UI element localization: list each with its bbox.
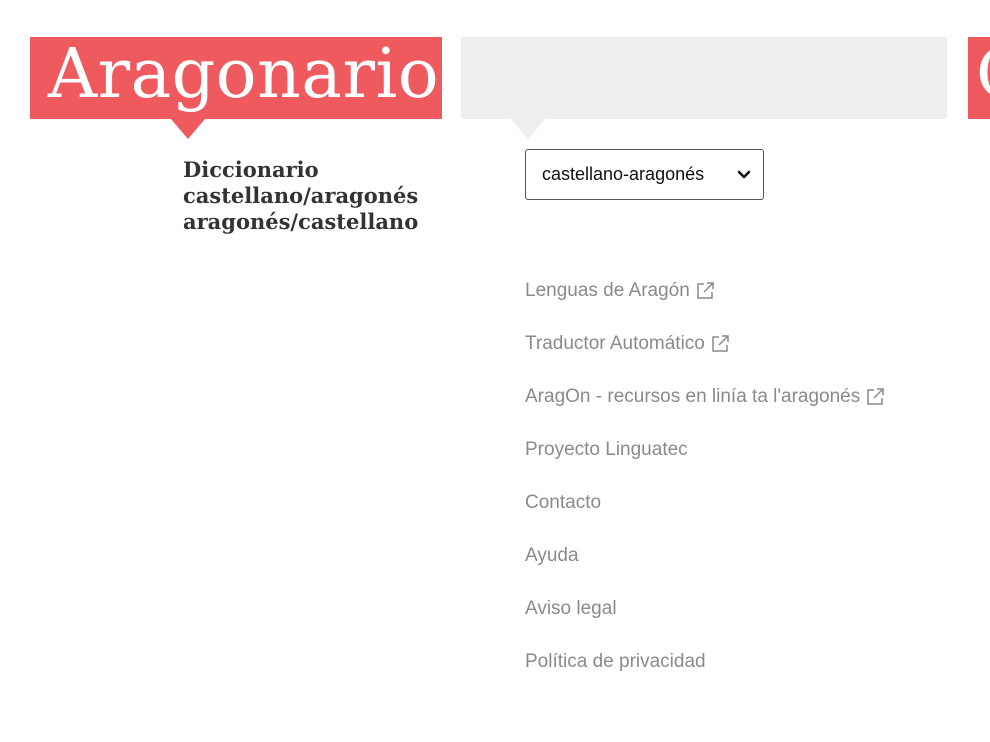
link-label: Contacto <box>525 492 602 513</box>
link-label: Ayuda <box>525 545 579 566</box>
link-lenguas-de-aragon[interactable]: Lenguas de Aragón <box>525 275 715 307</box>
site-subtitle: Diccionario castellano/aragonés aragonés… <box>183 157 418 235</box>
link-label: Lenguas de Aragón <box>525 280 690 301</box>
link-contacto[interactable]: Contacto <box>525 487 601 519</box>
link-item: Política de privacidad <box>525 646 885 699</box>
link-label: AragOn - recursos en linía ta l'aragonés <box>525 386 861 407</box>
external-link-icon <box>697 282 714 299</box>
link-ayuda[interactable]: Ayuda <box>525 540 579 572</box>
link-politica-de-privacidad[interactable]: Política de privacidad <box>525 646 706 678</box>
page: Aragonario C Diccionario castellano/arag… <box>0 0 990 742</box>
link-item: Ayuda <box>525 540 885 593</box>
right-banner: C <box>968 37 990 119</box>
link-label: Política de privacidad <box>525 651 706 672</box>
search-banner-pointer <box>511 119 545 139</box>
link-label: Aviso legal <box>525 598 617 619</box>
logo-banner-pointer <box>171 119 205 139</box>
footer-links: Lenguas de Aragón Traductor Automático A… <box>525 275 885 699</box>
link-item: Proyecto Linguatec <box>525 434 885 487</box>
link-item: Contacto <box>525 487 885 540</box>
link-item: Traductor Automático <box>525 328 885 381</box>
chevron-down-icon <box>737 170 751 178</box>
link-label: Proyecto Linguatec <box>525 439 688 460</box>
language-direction-select[interactable]: castellano-aragonés <box>525 149 764 200</box>
logo-text[interactable]: Aragonario <box>48 35 439 115</box>
search-banner <box>461 37 947 119</box>
right-banner-letter: C <box>976 37 990 115</box>
language-direction-value: castellano-aragonés <box>542 164 705 184</box>
link-item: Lenguas de Aragón <box>525 275 885 328</box>
logo-banner[interactable]: Aragonario <box>30 35 442 119</box>
link-item: Aviso legal <box>525 593 885 646</box>
link-traductor-automatico[interactable]: Traductor Automático <box>525 328 730 360</box>
link-proyecto-linguatec[interactable]: Proyecto Linguatec <box>525 434 688 466</box>
link-aragon-recursos[interactable]: AragOn - recursos en linía ta l'aragonés <box>525 381 885 413</box>
subtitle-line-1: Diccionario <box>183 157 319 182</box>
external-link-icon <box>712 335 729 352</box>
subtitle-line-3: aragonés/castellano <box>183 209 419 234</box>
subtitle-line-2: castellano/aragonés <box>183 183 419 208</box>
external-link-icon <box>867 388 884 405</box>
link-label: Traductor Automático <box>525 333 705 354</box>
link-item: AragOn - recursos en linía ta l'aragonés <box>525 381 885 434</box>
link-aviso-legal[interactable]: Aviso legal <box>525 593 617 625</box>
